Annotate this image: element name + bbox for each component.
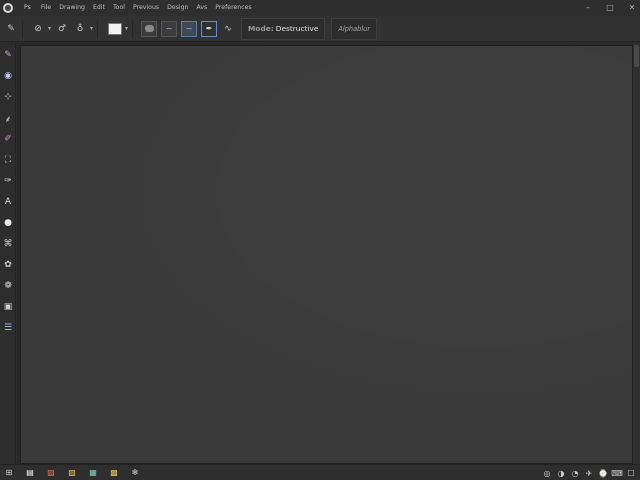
- menu-ps[interactable]: Ps: [20, 0, 37, 16]
- pen-tool-icon[interactable]: ✑: [2, 175, 14, 187]
- taskbar-apps: ⊞ ▤ ▨ ▧ ▦ ▩ ✻: [4, 468, 140, 478]
- transform-tool-icon[interactable]: ⊹: [2, 91, 14, 103]
- document-icon[interactable]: ▤: [25, 468, 35, 478]
- brush-tool-icon[interactable]: ✐: [2, 133, 14, 145]
- sound-icon[interactable]: ◑: [556, 468, 566, 478]
- hardness-icon[interactable]: ♂: [55, 22, 69, 36]
- menu-drawing[interactable]: Drawing: [55, 0, 89, 16]
- notification-icon[interactable]: ☐: [626, 468, 636, 478]
- menu-design[interactable]: Design: [163, 0, 192, 16]
- wave-icon: ∼: [165, 24, 173, 33]
- divider: [22, 19, 23, 38]
- blur-tool-icon[interactable]: ❁: [2, 280, 14, 292]
- divider: [97, 19, 99, 38]
- image-icon[interactable]: ▨: [46, 468, 56, 478]
- mode-value: Destructive: [275, 24, 319, 33]
- paint-mode-button[interactable]: ✒: [201, 20, 218, 37]
- scroll-thumb[interactable]: [634, 45, 639, 67]
- path-tool-icon[interactable]: ⌘: [2, 238, 14, 250]
- shape-tool-icon[interactable]: ●: [2, 217, 14, 229]
- secondary-mode-value: Alphablur: [338, 24, 371, 33]
- system-tray: ◎ ◑ ◔ ✈ ⌚ ⌨ ☐: [542, 465, 636, 480]
- flag-icon[interactable]: ✈: [584, 468, 594, 478]
- secondary-mode-selector[interactable]: Alphablur: [331, 17, 378, 40]
- minimize-button[interactable]: –: [584, 4, 592, 12]
- blend-wave-button[interactable]: ∼: [161, 20, 178, 37]
- blob-icon: [144, 25, 154, 32]
- window-controls: – □ ✕: [584, 0, 636, 16]
- smudge-tool-icon[interactable]: ⸙: [2, 112, 14, 125]
- clock-icon[interactable]: ⌚: [598, 468, 608, 478]
- mode-selector[interactable]: Mode: Destructive: [241, 17, 326, 40]
- tool-options-bar: ✎ ⊘ ▾ ♂ ♁ ▾ ▾ ∼ ∼ ✒ ∿ Mode: Destructive A…: [0, 16, 640, 42]
- close-button[interactable]: ✕: [628, 4, 636, 12]
- type-tool-icon[interactable]: A: [2, 196, 14, 208]
- blend-normal-button[interactable]: [141, 20, 158, 37]
- menu-edit[interactable]: Edit: [89, 0, 109, 16]
- hand-tool-icon[interactable]: ◉: [2, 70, 14, 82]
- layers-tool-icon[interactable]: ☰: [2, 322, 14, 334]
- blend-wave-alt-button[interactable]: ∼: [181, 20, 198, 37]
- keyboard-icon[interactable]: ⌨: [611, 468, 623, 478]
- menu-preferences[interactable]: Preferences: [211, 0, 255, 16]
- divider: [132, 19, 134, 38]
- menu-previous[interactable]: Previous: [129, 0, 163, 16]
- document-canvas[interactable]: [20, 45, 633, 464]
- picture-icon[interactable]: ▧: [67, 468, 77, 478]
- vertical-scrollbar[interactable]: [633, 43, 640, 464]
- menu-bar: Ps File Drawing Edit Tool Previous Desig…: [0, 0, 640, 16]
- menu-tool[interactable]: Tool: [109, 0, 129, 16]
- app-logo-icon[interactable]: [0, 0, 16, 16]
- toolbox: ✎ ◉ ⊹ ⸙ ✐ ⛶ ✑ A ● ⌘ ✿ ❁ ▣ ☰: [0, 43, 16, 464]
- brush-preview-swatch[interactable]: [108, 22, 123, 35]
- battery-icon[interactable]: ◔: [570, 468, 580, 478]
- grid-icon[interactable]: ⊞: [4, 468, 14, 478]
- pen-nib-icon: ✒: [205, 24, 213, 33]
- wave-icon: ∼: [185, 24, 193, 33]
- stamp-tool-icon[interactable]: ⛶: [2, 154, 14, 166]
- mask-tool-icon[interactable]: ▣: [2, 301, 14, 313]
- maximize-button[interactable]: □: [606, 4, 614, 12]
- main-menu: Ps File Drawing Edit Tool Previous Desig…: [20, 0, 256, 16]
- chat-icon[interactable]: ▦: [88, 468, 98, 478]
- dodge-tool-icon[interactable]: ✿: [2, 259, 14, 271]
- chevron-down-icon[interactable]: ▾: [90, 25, 93, 32]
- chevron-down-icon[interactable]: ▾: [48, 25, 51, 32]
- mode-prefix: Mode:: [248, 24, 274, 33]
- eyedropper-tool-icon[interactable]: ✎: [2, 49, 14, 61]
- settings-icon[interactable]: ✻: [130, 468, 140, 478]
- wifi-icon[interactable]: ◎: [542, 468, 552, 478]
- chevron-down-icon[interactable]: ▾: [125, 25, 128, 32]
- extra-option-icon[interactable]: ∿: [221, 22, 235, 36]
- taskbar: ⊞ ▤ ▨ ▧ ▦ ▩ ✻ ◎ ◑ ◔ ✈ ⌚ ⌨ ☐: [0, 464, 640, 480]
- flow-icon[interactable]: ♁: [73, 22, 87, 36]
- menu-avs[interactable]: Avs: [193, 0, 212, 16]
- menu-file[interactable]: File: [37, 0, 55, 16]
- workspace: [17, 43, 640, 464]
- brush-size-icon[interactable]: ⊘: [31, 22, 45, 36]
- folder-icon[interactable]: ▩: [109, 468, 119, 478]
- mode-label: Mode: Destructive: [248, 24, 318, 33]
- current-tool-icon[interactable]: ✎: [4, 22, 18, 36]
